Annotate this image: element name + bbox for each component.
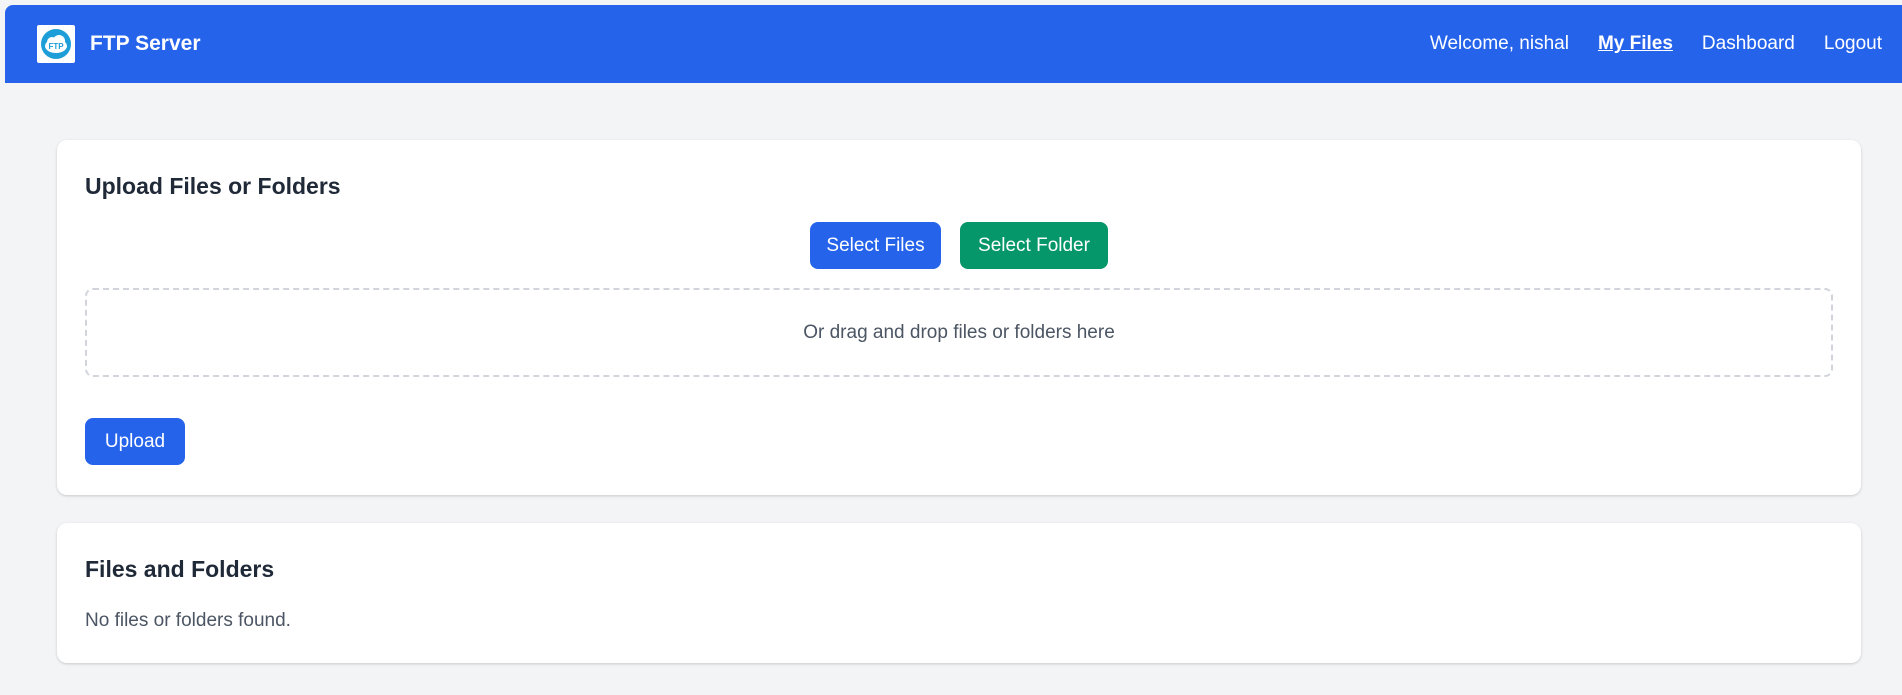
upload-button[interactable]: Upload xyxy=(85,418,185,465)
cloud-icon: FTP xyxy=(41,29,71,59)
upload-card-title: Upload Files or Folders xyxy=(85,173,341,199)
brand[interactable]: FTP FTP Server xyxy=(37,25,201,63)
drop-zone[interactable]: Or drag and drop files or folders here xyxy=(85,288,1833,377)
nav-link-logout[interactable]: Logout xyxy=(1824,33,1882,55)
nav-link-dashboard[interactable]: Dashboard xyxy=(1702,33,1795,55)
files-card-title: Files and Folders xyxy=(85,556,275,582)
files-card: Files and Folders No files or folders fo… xyxy=(57,523,1861,663)
drop-zone-text: Or drag and drop files or folders here xyxy=(803,321,1115,343)
nav-links: Welcome, nishal My Files Dashboard Logou… xyxy=(1430,5,1882,83)
select-folder-button[interactable]: Select Folder xyxy=(960,222,1108,269)
empty-state-text: No files or folders found. xyxy=(85,610,291,631)
logo-text: FTP xyxy=(48,42,64,51)
nav-link-my-files[interactable]: My Files xyxy=(1598,33,1673,55)
app-title: FTP Server xyxy=(90,32,201,55)
welcome-text: Welcome, nishal xyxy=(1429,33,1569,54)
ftp-logo-icon: FTP xyxy=(37,25,75,63)
select-files-button[interactable]: Select Files xyxy=(810,222,941,269)
upload-card: Upload Files or Folders Select Files Sel… xyxy=(57,140,1861,495)
top-navbar: FTP FTP Server Welcome, nishal My Files … xyxy=(5,5,1902,83)
